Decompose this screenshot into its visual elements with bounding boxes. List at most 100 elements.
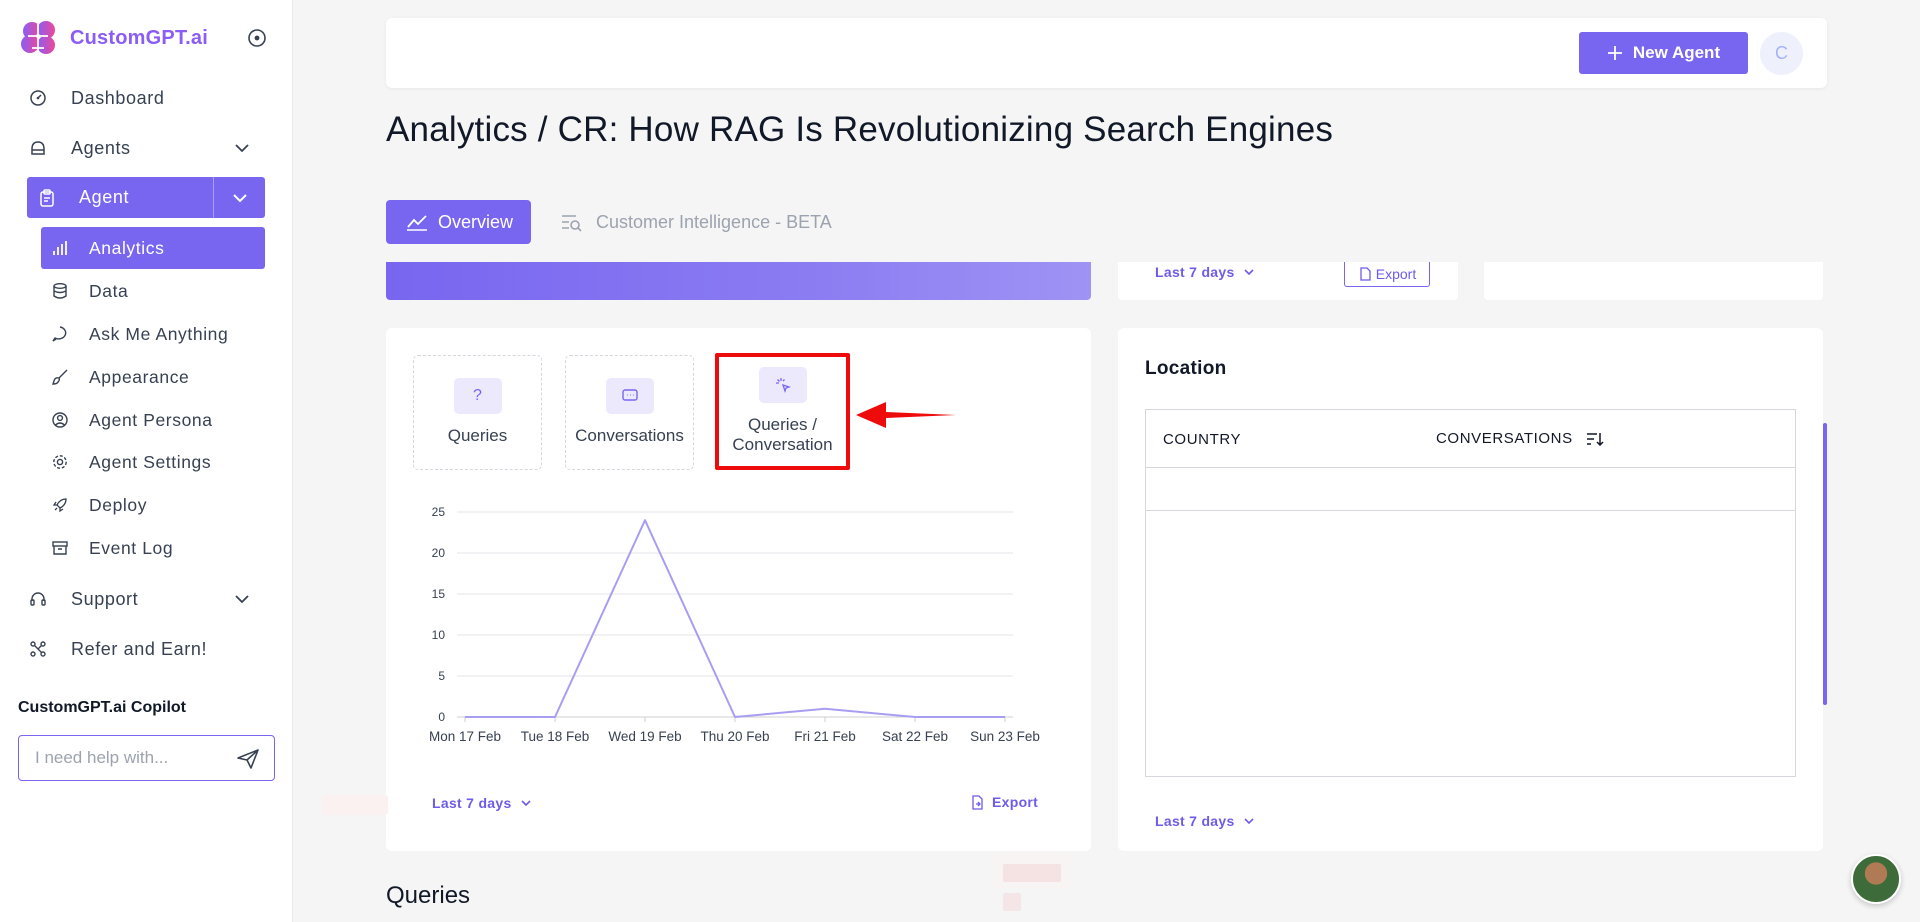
message-icon <box>605 378 654 414</box>
date-range-label: Last 7 days <box>432 795 512 811</box>
collapse-sidebar-icon[interactable] <box>246 27 268 49</box>
sidebar-item-label: Deploy <box>89 494 148 515</box>
sidebar-item-analytics[interactable]: Analytics <box>41 227 265 269</box>
metric-label-line1: Queries / <box>748 415 817 434</box>
tab-label: Customer Intelligence - BETA <box>596 211 832 232</box>
sidebar: CustomGPT.ai Dashboard Agents Agent Anal… <box>0 0 293 922</box>
brand-name: CustomGPT.ai <box>70 26 208 49</box>
location-date-range-dropdown[interactable]: Last 7 days <box>1155 813 1255 829</box>
queries-section-heading: Queries <box>386 882 471 909</box>
sidebar-item-agent-settings[interactable]: Agent Settings <box>41 441 265 483</box>
export-button[interactable]: Export <box>1344 262 1430 287</box>
y-tick-label: 25 <box>432 505 446 519</box>
date-range-label: Last 7 days <box>1155 813 1235 829</box>
copilot-input-box <box>18 735 275 781</box>
new-agent-label: New Agent <box>1632 43 1721 62</box>
sidebar-item-label: Ask Me Anything <box>89 323 229 344</box>
x-tick-label: Thu 20 Feb <box>700 729 769 744</box>
tab-label: Overview <box>438 211 514 232</box>
sidebar-item-label: Appearance <box>89 366 190 387</box>
chevron-down-icon <box>1243 818 1254 825</box>
brand[interactable]: CustomGPT.ai <box>18 18 208 58</box>
faint-overlay <box>322 795 388 815</box>
sidebar-item-deploy[interactable]: Deploy <box>41 484 265 526</box>
new-agent-button[interactable]: New Agent <box>1579 32 1748 74</box>
sidebar-item-label: Agent Settings <box>89 451 212 472</box>
sidebar-item-label: Data <box>89 280 129 301</box>
send-icon[interactable] <box>236 748 260 770</box>
sidebar-item-dashboard[interactable]: Dashboard <box>27 78 269 118</box>
x-tick-label: Tue 18 Feb <box>521 729 590 744</box>
metric-tile-queries[interactable]: ? Queries <box>413 355 542 470</box>
x-tick-label: Sat 22 Feb <box>882 729 948 744</box>
file-export-icon <box>972 794 983 810</box>
sidebar-item-agent[interactable]: Agent <box>27 177 265 218</box>
search-list-icon <box>562 215 582 232</box>
line-chart: 0 5 10 15 20 25 Mon 17 Feb Tue 18 Feb Wed 19 Feb… <box>429 505 1040 744</box>
tab-overview[interactable]: Overview <box>386 200 531 244</box>
brush-icon <box>51 368 69 386</box>
x-tick-label: Mon 17 Feb <box>429 729 501 744</box>
sidebar-item-label: Event Log <box>89 537 174 558</box>
summary-card <box>1484 262 1823 300</box>
agent-label: Agent <box>79 187 130 207</box>
table-header: COUNTRY CONVERSATIONS <box>1146 410 1795 468</box>
sidebar-item-appearance[interactable]: Appearance <box>41 356 265 398</box>
x-tick-label: Fri 21 Feb <box>794 729 856 744</box>
series-line <box>465 519 1005 718</box>
cursor-click-icon <box>758 367 807 403</box>
sidebar-item-refer-and-earn[interactable]: Refer and Earn! <box>27 629 269 669</box>
agents-icon <box>27 137 49 159</box>
copilot-input[interactable] <box>35 746 225 770</box>
database-icon <box>51 282 69 300</box>
sidebar-item-support[interactable]: Support <box>27 579 269 619</box>
chart-export-button[interactable]: Export <box>970 794 1038 810</box>
brain-logo-icon <box>21 21 55 54</box>
location-title: Location <box>1145 358 1227 379</box>
date-range-dropdown[interactable]: Last 7 days <box>1155 264 1255 280</box>
chevron-down-icon <box>1243 269 1254 276</box>
faint-overlay <box>1003 864 1061 882</box>
file-export-icon <box>1360 267 1371 281</box>
sidebar-item-data[interactable]: Data <box>41 270 265 312</box>
analytics-icon <box>51 239 69 257</box>
chevron-down-icon[interactable] <box>233 139 251 157</box>
dashboard-icon <box>27 87 49 109</box>
metric-label-line2: Conversation <box>732 435 833 454</box>
sidebar-item-label: Refer and Earn! <box>71 638 208 659</box>
column-header-conversations[interactable]: CONVERSATIONS <box>1436 430 1605 447</box>
metric-label: Conversations <box>575 426 684 445</box>
column-label: CONVERSATIONS <box>1436 430 1573 447</box>
red-arrow-annotation <box>856 402 956 428</box>
chevron-down-icon[interactable] <box>233 590 251 608</box>
scrollbar-thumb[interactable] <box>1823 423 1827 705</box>
support-chat-avatar[interactable] <box>1851 854 1901 904</box>
user-avatar[interactable]: C <box>1760 32 1803 75</box>
y-tick-label: 10 <box>432 628 446 642</box>
sort-icon[interactable] <box>1585 431 1605 447</box>
copilot-title: CustomGPT.ai Copilot <box>18 699 186 716</box>
x-tick-label: Wed 19 Feb <box>608 729 681 744</box>
plus-icon <box>1607 46 1622 60</box>
sidebar-item-ask-me-anything[interactable]: Ask Me Anything <box>41 313 265 355</box>
tab-customer-intelligence[interactable]: Customer Intelligence - BETA <box>560 200 832 244</box>
metric-tile-queries-per-conversation[interactable]: Queries / Conversation <box>715 353 850 470</box>
export-label: Export <box>1375 266 1417 282</box>
y-tick-label: 0 <box>438 710 445 724</box>
x-tick-label: Sun 23 Feb <box>970 729 1040 744</box>
sidebar-item-event-log[interactable]: Event Log <box>41 527 265 569</box>
summary-banner <box>386 262 1091 300</box>
metric-tile-conversations[interactable]: Conversations <box>565 355 694 470</box>
agent-dropdown-toggle[interactable] <box>213 177 265 218</box>
sidebar-item-label: Agents <box>71 137 131 158</box>
persona-icon <box>51 411 69 429</box>
column-header-country[interactable]: COUNTRY <box>1163 431 1241 448</box>
archive-icon <box>51 539 69 557</box>
page-title: Analytics / CR: How RAG Is Revolutionizi… <box>386 110 1334 149</box>
gear-icon <box>51 453 69 471</box>
sidebar-item-agents[interactable]: Agents <box>27 128 269 168</box>
chevron-down-icon <box>232 193 247 202</box>
sidebar-item-agent-persona[interactable]: Agent Persona <box>41 399 265 441</box>
chevron-down-icon <box>520 800 531 807</box>
chart-date-range-dropdown[interactable]: Last 7 days <box>432 795 532 811</box>
